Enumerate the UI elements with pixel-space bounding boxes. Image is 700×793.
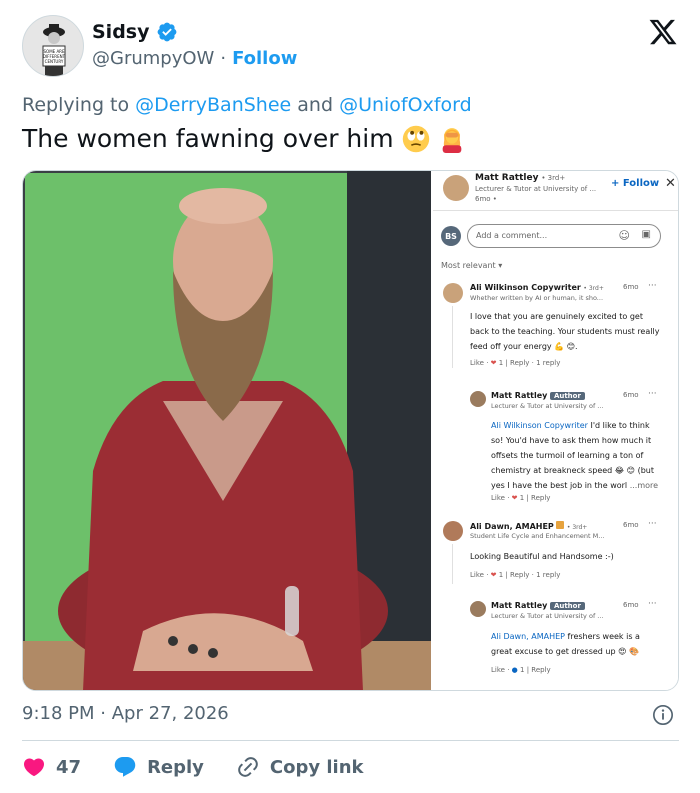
tweet-timestamp[interactable]: 9:18 PM · Apr 27, 2026	[22, 703, 229, 724]
comment-author-name: Ali Dawn, AMAHEP	[470, 522, 554, 531]
close-icon: ✕	[665, 176, 676, 191]
author-display-name[interactable]: Sidsy	[92, 21, 150, 43]
copy-link-label: Copy link	[269, 756, 364, 778]
reply-author-subtitle: Lecturer & Tutor at University of ...	[491, 402, 604, 410]
comment-line: back to the teaching. Your students must…	[470, 327, 660, 336]
comment-menu-icon: ···	[648, 519, 657, 529]
author-handle-row: @GrumpyOW · Follow	[92, 48, 297, 69]
like-count: 1	[498, 359, 504, 367]
reply-actions: Like · ❤ 1 | Reply	[491, 494, 551, 502]
comment-body: Looking Beautiful and Handsome :-)	[470, 552, 614, 561]
photo-person	[23, 171, 431, 690]
emoji-picker-icon: ☺	[618, 229, 630, 242]
author-avatar[interactable]: SOME ARE DIFFERENT CENTURY	[22, 15, 84, 77]
like-count: 47	[56, 756, 82, 778]
reply-body: Ali Dawn, AMAHEP freshers week is a grea…	[491, 632, 640, 656]
reply-bubble-icon	[114, 757, 136, 777]
comment-menu-icon: ···	[648, 281, 657, 291]
post-author-degree: • 3rd+	[541, 174, 566, 182]
footer-divider	[22, 740, 679, 741]
follow-button[interactable]: Follow	[232, 48, 297, 69]
reply-menu-icon: ···	[648, 599, 657, 609]
tweet-actions: 47 Reply Copy link	[22, 752, 396, 782]
x-logo-icon[interactable]	[648, 17, 678, 47]
post-age: 6mo •	[475, 195, 497, 203]
replying-to-conjunction: and	[297, 94, 334, 116]
commenter-avatar: BS	[441, 226, 461, 246]
comment-avatar	[443, 283, 463, 303]
reply-count: 1 reply	[536, 359, 561, 367]
reply-menu-icon: ···	[648, 389, 657, 399]
comment-avatar	[443, 521, 463, 541]
reply-actions: Like · ● 1 | Reply	[491, 666, 551, 674]
reply-label: Reply	[147, 756, 204, 778]
avatar-illustration: SOME ARE DIFFERENT CENTURY	[23, 16, 83, 76]
link-icon	[238, 757, 258, 777]
author-badge: Author	[549, 392, 585, 400]
comment-author-degree: • 3rd+	[583, 285, 604, 292]
comment-input: Add a comment... ☺ ▣	[467, 224, 661, 248]
reply-author-name: Matt Rattley	[491, 391, 548, 400]
post-author-title: Lecturer & Tutor at University of ...	[475, 185, 597, 193]
linkedin-follow-button: + Follow	[611, 178, 660, 189]
comment-actions: Like · ❤ 1 | Reply · 1 reply	[470, 359, 561, 367]
comment-age: 6mo	[623, 283, 639, 291]
see-more-link: ...more	[629, 481, 659, 490]
post-author-avatar	[443, 175, 469, 201]
reply-age: 6mo	[623, 391, 639, 399]
reply-label: Reply	[510, 359, 530, 367]
svg-text:CENTURY: CENTURY	[45, 59, 64, 64]
image-attach-icon: ▣	[641, 229, 651, 240]
like-label: Like	[470, 359, 484, 367]
tweet-body: The women fawning over him	[22, 124, 394, 153]
author-badge: Author	[549, 602, 585, 610]
mention-uniofoxford[interactable]: @UniofOxford	[339, 94, 472, 116]
sort-label-text: Most relevant	[441, 261, 496, 270]
verified-badge-icon	[157, 22, 176, 42]
mention-derrybanshee[interactable]: @DerryBanShee	[135, 94, 291, 116]
comment-author-name: Ali Wilkinson Copywriter	[470, 283, 581, 292]
tweet-time: 9:18 PM	[22, 703, 95, 724]
sort-label: Most relevant ▾	[441, 261, 503, 270]
reply-avatar	[470, 391, 486, 407]
comment-author-subtitle: Whether written by AI or human, it sho..…	[470, 294, 604, 302]
tweet-text: The women fawning over him	[22, 124, 466, 153]
timestamp-separator: ·	[100, 703, 106, 724]
comment-body: I love that you are genuinely excited to…	[470, 309, 659, 354]
tweet-media[interactable]: Matt Rattley • 3rd+ Lecturer & Tutor at …	[22, 170, 679, 691]
copy-link-button[interactable]: Copy link	[236, 755, 364, 779]
replying-to-prefix: Replying to	[22, 94, 130, 116]
comment-line: feed off your energy 💪 😊.	[470, 342, 578, 351]
person-illustration	[58, 188, 388, 690]
like-button[interactable]: 47	[22, 755, 81, 779]
reply-avatar	[470, 601, 486, 617]
tweet-date: Apr 27, 2026	[111, 703, 229, 724]
badge-icon	[556, 521, 565, 529]
reply-button[interactable]: Reply	[113, 755, 204, 779]
linkedin-screenshot: Matt Rattley • 3rd+ Lecturer & Tutor at …	[433, 171, 678, 690]
thread-line	[452, 544, 453, 584]
comment-line: I love that you are genuinely excited to…	[470, 312, 643, 321]
replying-to-line: Replying to @DerryBanShee and @UniofOxfo…	[22, 94, 472, 116]
handle-separator: ·	[220, 48, 227, 69]
heart-icon	[23, 758, 45, 777]
author-handle[interactable]: @GrumpyOW	[92, 48, 214, 69]
face-with-rolling-eyes-icon	[402, 125, 429, 152]
reaction-icon: ❤	[490, 359, 497, 367]
comment-author-subtitle: Student Life Cycle and Enhancement M...	[470, 532, 605, 540]
post-author-name: Matt Rattley	[475, 173, 539, 183]
reply-mention: Ali Wilkinson Copywriter	[491, 421, 588, 430]
woman-facepalming-icon	[442, 127, 461, 153]
reply-body: Ali Wilkinson Copywriter I'd like to thi…	[491, 421, 659, 490]
info-icon[interactable]	[652, 704, 674, 726]
thread-line	[452, 306, 453, 368]
author-name-row: Sidsy	[92, 21, 178, 43]
comment-placeholder: Add a comment...	[476, 231, 548, 240]
post-divider	[433, 210, 678, 211]
comment-actions: Like · ❤ 1 | Reply · 1 reply	[470, 571, 561, 579]
